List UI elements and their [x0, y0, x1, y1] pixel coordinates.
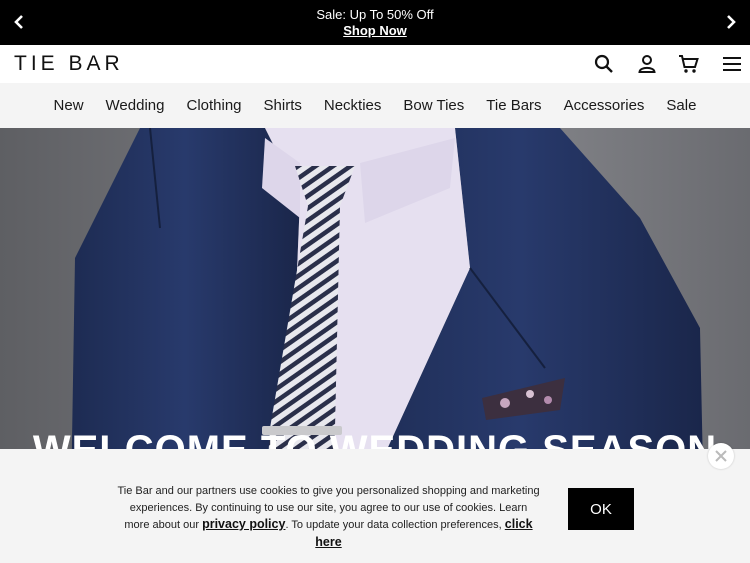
promo-text: Sale: Up To 50% Off Shop Now [0, 7, 750, 39]
nav-item-sale[interactable]: Sale [655, 97, 707, 114]
cookie-message: Tie Bar and our partners use cookies to … [116, 483, 541, 551]
account-button[interactable] [635, 52, 659, 76]
cookie-text-2: . To update your data collection prefere… [285, 519, 502, 531]
chevron-right-icon [727, 15, 736, 29]
cart-button[interactable] [677, 52, 701, 76]
site-header: TIE BAR [0, 45, 750, 83]
nav-item-neckties[interactable]: Neckties [313, 97, 393, 114]
cookie-close-button[interactable] [708, 443, 734, 469]
close-icon [715, 450, 727, 462]
site-logo[interactable]: TIE BAR [14, 53, 124, 75]
main-nav: New Wedding Clothing Shirts Neckties Bow… [0, 83, 750, 128]
privacy-policy-link[interactable]: privacy policy [202, 517, 285, 531]
ok-button[interactable]: OK [568, 488, 634, 530]
nav-item-wedding[interactable]: Wedding [95, 97, 176, 114]
promo-headline: Sale: Up To 50% Off [316, 7, 434, 22]
nav-item-tie-bars[interactable]: Tie Bars [475, 97, 552, 114]
shop-now-link[interactable]: Shop Now [343, 23, 407, 39]
nav-item-accessories[interactable]: Accessories [553, 97, 656, 114]
nav-item-shirts[interactable]: Shirts [253, 97, 313, 114]
promo-banner: Sale: Up To 50% Off Shop Now [0, 0, 750, 45]
search-button[interactable] [592, 52, 616, 76]
nav-item-clothing[interactable]: Clothing [175, 97, 252, 114]
nav-item-new[interactable]: New [43, 97, 95, 114]
cart-icon [679, 55, 699, 73]
account-icon [638, 55, 656, 73]
menu-icon [723, 57, 741, 71]
search-icon [594, 54, 613, 73]
cookie-banner: Tie Bar and our partners use cookies to … [0, 443, 750, 563]
menu-button[interactable] [720, 52, 744, 76]
promo-next-button[interactable] [721, 12, 741, 32]
nav-item-bow-ties[interactable]: Bow Ties [392, 97, 475, 114]
